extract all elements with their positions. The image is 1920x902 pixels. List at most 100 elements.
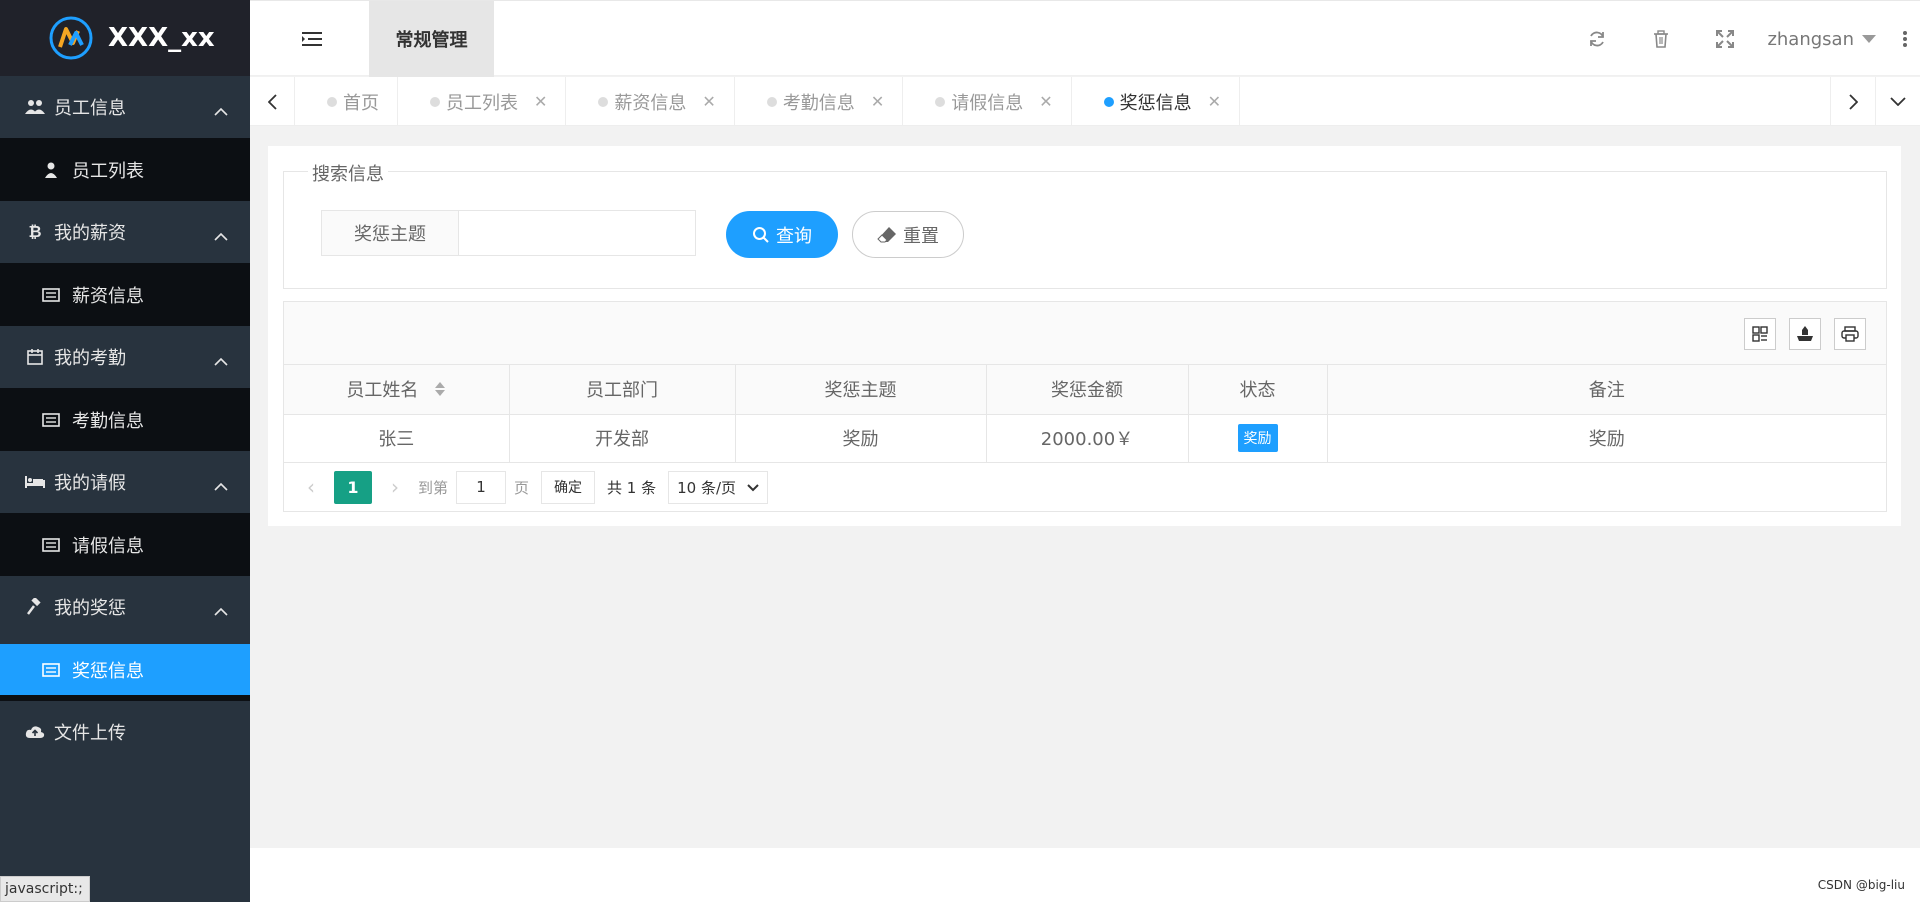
sort-icon[interactable] xyxy=(434,381,446,402)
close-icon[interactable]: ✕ xyxy=(871,92,884,111)
chevron-down-icon xyxy=(747,478,759,496)
page-number-current[interactable]: 1 xyxy=(334,470,372,504)
close-icon[interactable]: ✕ xyxy=(1208,92,1221,111)
tab-list: 首页 员工列表 ✕ 薪资信息 ✕ 考勤信息 ✕ 请假信息 ✕ 奖惩信息 ✕ xyxy=(295,77,1830,126)
data-table: 员工姓名 员工部门 奖惩主题 奖惩金额 状态 备注 张三 开发部 奖励 2000… xyxy=(283,301,1887,512)
cell-dept: 开发部 xyxy=(509,414,736,463)
menu-employee-info[interactable]: 员工信息 xyxy=(0,76,250,138)
prev-page-icon[interactable]: ‹ xyxy=(296,475,326,499)
search-icon xyxy=(752,226,770,244)
menu-label: 薪资信息 xyxy=(72,285,144,307)
tab-dot xyxy=(430,96,440,107)
cell-status: 奖励 xyxy=(1188,414,1328,463)
cell-topic: 奖励 xyxy=(735,414,987,463)
user-icon xyxy=(42,162,60,178)
calendar-icon xyxy=(24,347,46,367)
user-menu[interactable]: zhangsan xyxy=(1757,29,1890,50)
menu-label: 请假信息 xyxy=(72,535,144,557)
tab-label: 奖惩信息 xyxy=(1119,92,1192,114)
menu-my-attendance[interactable]: 我的考勤 xyxy=(0,326,250,388)
main-content: 搜索信息 奖惩主题 查询 重置 员工姓名 员工部门 奖惩主题 奖惩金额 状态 备… xyxy=(268,146,1901,526)
header: 常规管理 zhangsan xyxy=(250,0,1920,77)
close-icon[interactable]: ✕ xyxy=(534,92,547,111)
trash-icon[interactable] xyxy=(1629,1,1693,77)
menu-group-attendance: 我的考勤 考勤信息 xyxy=(0,326,250,451)
reset-button-label: 重置 xyxy=(903,225,939,247)
logo-icon xyxy=(49,16,93,60)
menu-file-upload[interactable]: 文件上传 xyxy=(0,701,250,763)
gavel-icon xyxy=(24,597,46,617)
cell-name: 张三 xyxy=(284,414,510,463)
tab-leave-info[interactable]: 请假信息 ✕ xyxy=(903,77,1072,126)
menu-my-leave[interactable]: 我的请假 xyxy=(0,451,250,513)
browser-status-bar: javascript:; xyxy=(0,876,90,902)
tab-attendance-info[interactable]: 考勤信息 ✕ xyxy=(735,77,904,126)
menu-label: 我的薪资 xyxy=(54,223,126,244)
bitcoin-icon: ₿ xyxy=(28,222,42,241)
tab-employee-list[interactable]: 员工列表 ✕ xyxy=(398,77,567,126)
tab-dot xyxy=(598,96,609,107)
page-tabs: 首页 员工列表 ✕ 薪资信息 ✕ 考勤信息 ✕ 请假信息 ✕ 奖惩信息 ✕ xyxy=(250,77,1920,126)
tab-salary-info[interactable]: 薪资信息 ✕ xyxy=(566,77,735,126)
page-confirm-button[interactable]: 确定 xyxy=(541,470,596,504)
menu-salary-info[interactable]: 薪资信息 xyxy=(0,263,250,326)
menu-my-salary[interactable]: ₿ 我的薪资 xyxy=(0,201,250,263)
col-remark: 备注 xyxy=(1327,365,1886,415)
list-icon xyxy=(42,287,60,302)
menu-group-employee: 员工信息 员工列表 xyxy=(0,76,250,201)
col-amount: 奖惩金额 xyxy=(986,365,1189,415)
menu-attendance-info[interactable]: 考勤信息 xyxy=(0,388,250,451)
col-department: 员工部门 xyxy=(509,365,736,415)
menu-label: 我的考勤 xyxy=(54,348,126,369)
search-input[interactable] xyxy=(459,210,696,256)
more-vertical-icon[interactable] xyxy=(1890,1,1920,77)
tab-label: 员工列表 xyxy=(446,92,518,114)
tab-home[interactable]: 首页 xyxy=(295,77,398,126)
list-icon xyxy=(42,662,60,677)
menu-label: 我的奖惩 xyxy=(54,598,126,619)
tab-dot-active xyxy=(1103,96,1114,107)
menu-employee-list[interactable]: 员工列表 xyxy=(0,138,250,201)
table-toolbar xyxy=(284,302,1886,365)
nav-general-management[interactable]: 常规管理 xyxy=(369,1,494,77)
page-jump-input[interactable]: 1 xyxy=(456,470,507,504)
fullscreen-icon[interactable] xyxy=(1693,1,1757,77)
tabs-scroll-left-button[interactable] xyxy=(250,77,295,126)
menu-leave-info[interactable]: 请假信息 xyxy=(0,513,250,576)
tab-label: 考勤信息 xyxy=(782,92,855,114)
search-label: 奖惩主题 xyxy=(321,210,459,256)
logo[interactable]: XXX_xx xyxy=(0,0,250,76)
close-icon[interactable]: ✕ xyxy=(702,92,715,111)
menu-group-salary: ₿ 我的薪资 薪资信息 xyxy=(0,201,250,326)
reset-button[interactable]: 重置 xyxy=(852,211,964,258)
menu-reward-info[interactable]: 奖惩信息 xyxy=(0,644,250,701)
chevron-up-icon xyxy=(214,225,228,246)
tab-dot xyxy=(327,96,337,107)
print-icon[interactable] xyxy=(1834,318,1866,350)
table-row[interactable]: 张三 开发部 奖励 2000.00￥ 奖励 奖励 xyxy=(284,414,1886,463)
total-count: 共 1 条 xyxy=(607,478,657,497)
menu-my-reward[interactable]: 我的奖惩 xyxy=(0,576,250,638)
refresh-icon[interactable] xyxy=(1565,1,1629,77)
tab-reward-info[interactable]: 奖惩信息 ✕ xyxy=(1072,77,1241,126)
page-size-select[interactable]: 10 条/页 xyxy=(668,470,769,504)
menu-label: 员工信息 xyxy=(54,98,126,119)
query-button[interactable]: 查询 xyxy=(726,211,838,258)
tabs-dropdown-button[interactable] xyxy=(1875,77,1920,126)
next-page-icon[interactable]: › xyxy=(380,475,410,499)
list-icon xyxy=(42,537,60,552)
chevron-up-icon xyxy=(214,100,228,121)
tab-label: 请假信息 xyxy=(951,92,1024,114)
caret-down-icon xyxy=(1862,35,1876,43)
col-employee-name[interactable]: 员工姓名 xyxy=(284,365,510,415)
export-icon[interactable] xyxy=(1789,318,1821,350)
bed-icon xyxy=(24,472,46,492)
column-label: 员工姓名 xyxy=(346,380,419,402)
tabs-scroll-right-button[interactable] xyxy=(1830,77,1875,126)
query-button-label: 查询 xyxy=(776,225,812,247)
watermark: CSDN @big-liu xyxy=(1817,878,1905,892)
chevron-up-icon xyxy=(214,600,228,621)
columns-filter-icon[interactable] xyxy=(1744,318,1776,350)
close-icon[interactable]: ✕ xyxy=(1039,92,1052,111)
menu-toggle-icon[interactable] xyxy=(302,31,322,52)
